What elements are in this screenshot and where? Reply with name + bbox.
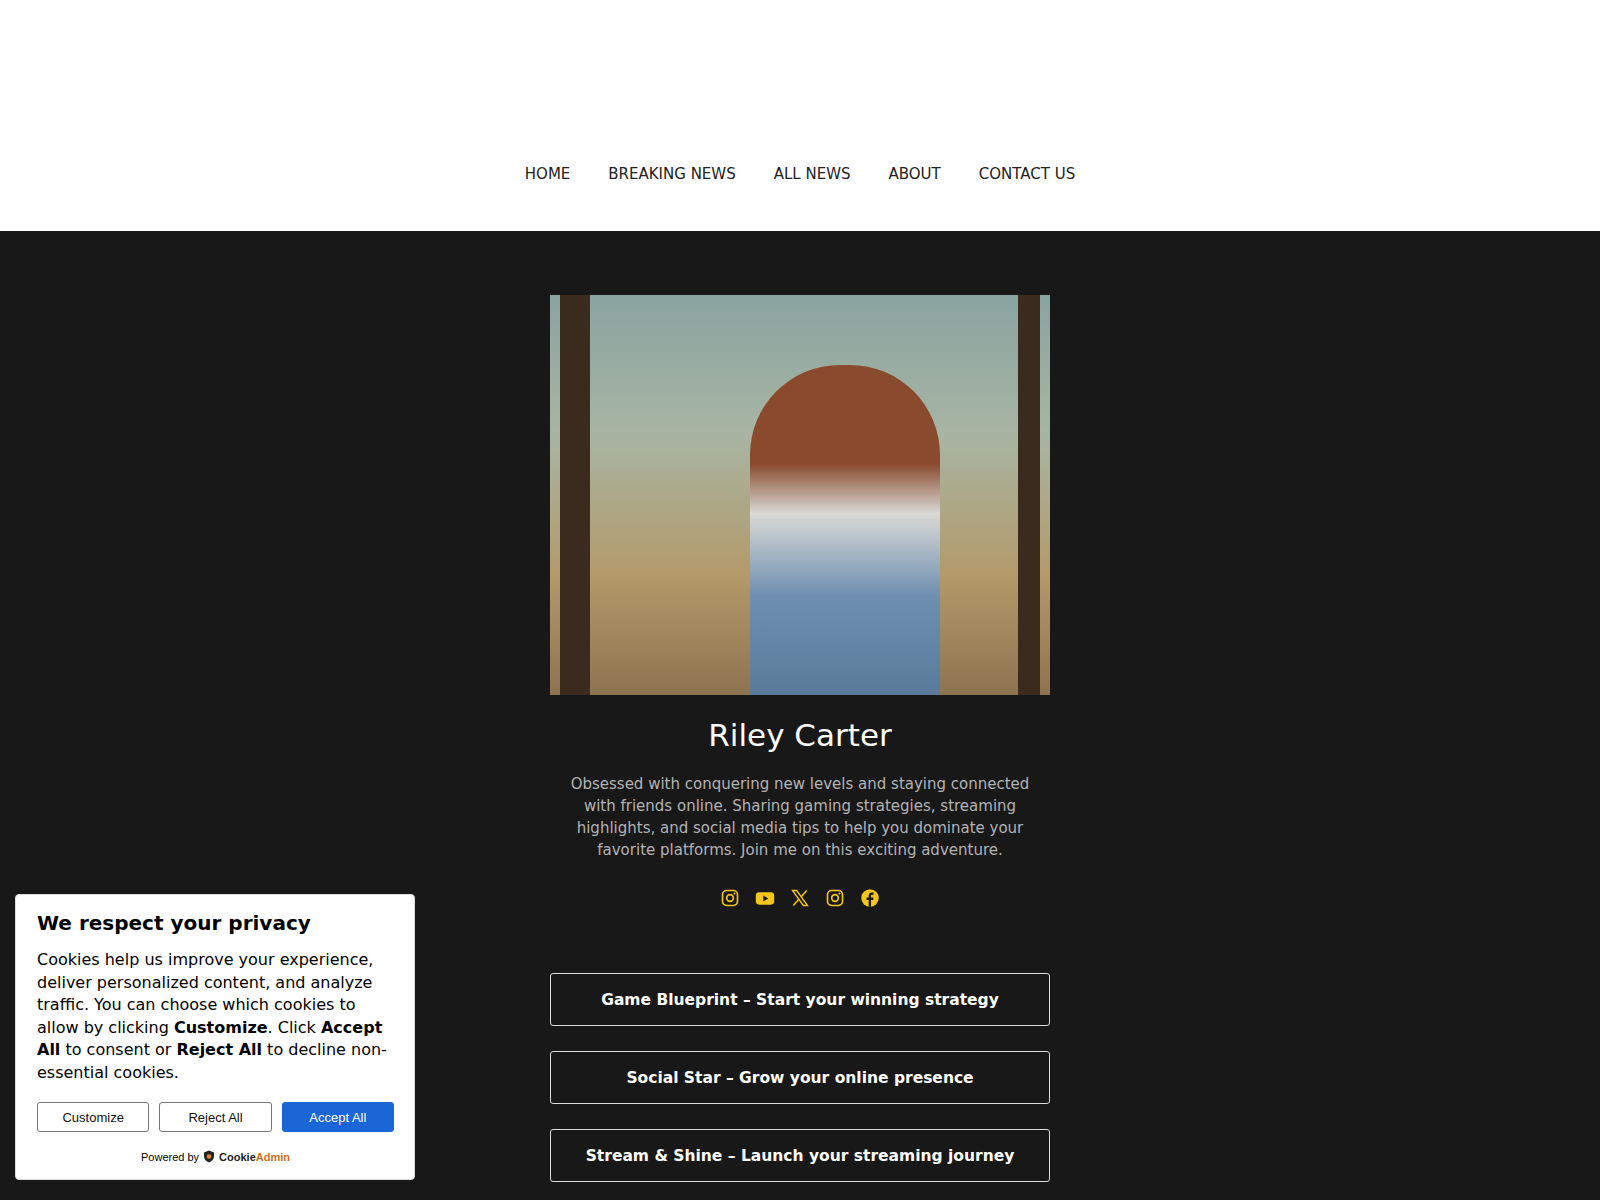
youtube-icon (754, 888, 776, 908)
instagram-icon (720, 888, 740, 908)
social-link[interactable] (789, 887, 811, 909)
link-button[interactable]: Stream & Shine – Launch your streaming j… (550, 1129, 1050, 1182)
cookie-button[interactable]: Reject All (159, 1102, 271, 1132)
cookie-button[interactable]: Customize (37, 1102, 149, 1132)
cookie-actions: Customize Reject All Accept All (37, 1102, 394, 1132)
profile-bio: Obsessed with conquering new levels and … (565, 773, 1035, 861)
cookie-button[interactable]: Accept All (282, 1102, 394, 1132)
link-button[interactable]: Game Blueprint – Start your winning stra… (550, 973, 1050, 1026)
link-list: Game Blueprint – Start your winning stra… (550, 973, 1050, 1182)
link-button[interactable]: Social Star – Grow your online presence (550, 1051, 1050, 1104)
nav-link[interactable]: HOME (525, 165, 571, 183)
nav-link[interactable]: BREAKING NEWS (608, 165, 735, 183)
x-icon (790, 888, 810, 908)
nav-link[interactable]: ALL NEWS (774, 165, 851, 183)
nav-link[interactable]: ABOUT (889, 165, 941, 183)
social-link[interactable] (754, 887, 776, 909)
social-link[interactable] (859, 887, 881, 909)
profile-photo (550, 295, 1050, 695)
cookie-banner: We respect your privacy Cookies help us … (15, 894, 415, 1180)
profile-name: Riley Carter (708, 717, 891, 753)
cookie-title: We respect your privacy (37, 911, 394, 935)
page: HOME BREAKING NEWS ALL NEWS ABOUT CONTACT US… (0, 0, 1600, 1200)
powered-by: Powered by CookieAdmin (37, 1150, 394, 1163)
facebook-icon (860, 888, 880, 908)
social-links (719, 887, 881, 909)
social-link[interactable] (719, 887, 741, 909)
cookie-text: Cookies help us improve your experience,… (37, 949, 394, 1084)
social-link[interactable] (824, 887, 846, 909)
main-nav: HOME BREAKING NEWS ALL NEWS ABOUT CONTACT US (525, 165, 1075, 183)
instagram-icon (825, 888, 845, 908)
nav-link[interactable]: CONTACT US (979, 165, 1075, 183)
shield-icon (203, 1150, 215, 1163)
site-header: HOME BREAKING NEWS ALL NEWS ABOUT CONTACT US (0, 0, 1600, 231)
